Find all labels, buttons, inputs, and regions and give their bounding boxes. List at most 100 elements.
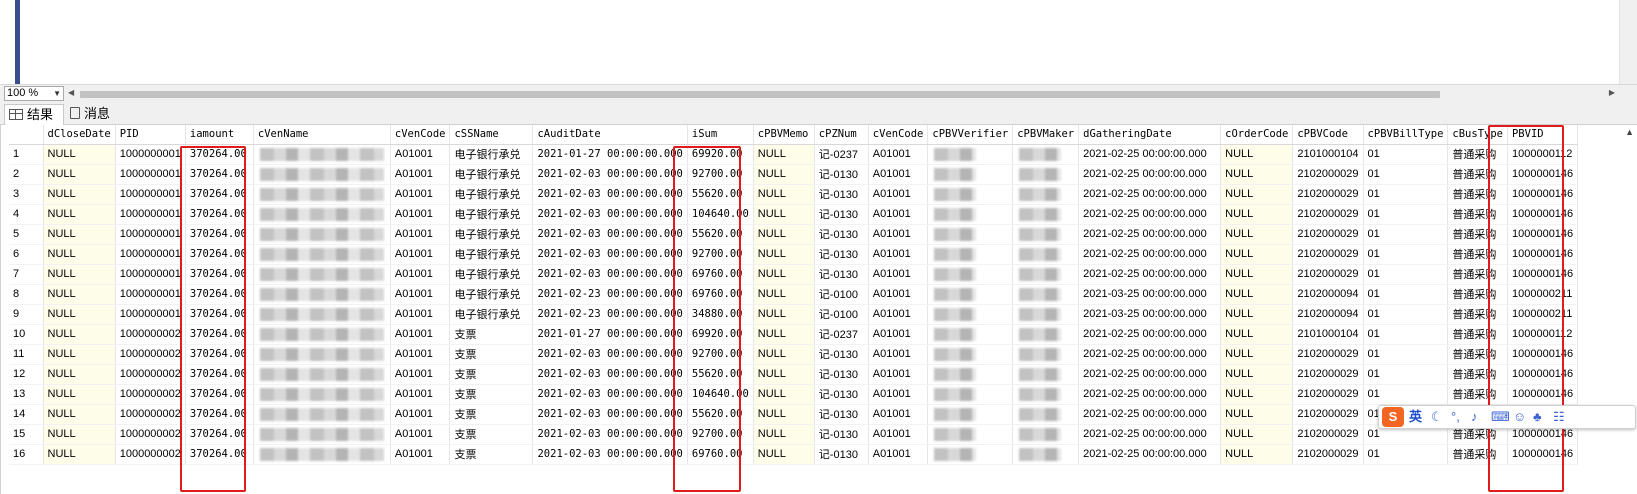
cell-cordercode[interactable]: NULL: [1220, 224, 1294, 245]
cell-cvencode[interactable]: A01001: [868, 244, 929, 265]
cell-cpbvverifier[interactable]: [927, 304, 1014, 325]
cell-cpbvmaker[interactable]: [1012, 244, 1080, 265]
cell-cauditdate[interactable]: 2021-02-03 00:00:00.000: [532, 444, 688, 465]
cell-cordercode[interactable]: NULL: [1220, 184, 1294, 205]
cell-cpbvmemo[interactable]: NULL: [753, 184, 815, 205]
punctuation-icon[interactable]: °,: [1451, 406, 1460, 428]
cell-cpznum[interactable]: 记-0130: [814, 444, 869, 465]
row-number[interactable]: 8: [9, 284, 44, 305]
cell-cvencode[interactable]: A01001: [868, 324, 929, 345]
column-header-iamount[interactable]: iamount: [185, 125, 254, 145]
cell-cpbvcode[interactable]: 2102000029: [1292, 224, 1364, 245]
scroll-up-icon[interactable]: ▲: [1625, 127, 1634, 137]
cell-cvencode[interactable]: A01001: [868, 444, 929, 465]
row-number[interactable]: 12: [9, 364, 44, 385]
column-header-cpbvbilltype[interactable]: cPBVBillType: [1363, 125, 1449, 145]
cell-cpbvcode[interactable]: 2102000029: [1292, 184, 1364, 205]
cell-cvencode[interactable]: A01001: [390, 364, 451, 385]
cell-cpbvmaker[interactable]: [1012, 404, 1080, 425]
cell-cvenname[interactable]: [253, 164, 391, 185]
cell-dgatheringdate[interactable]: 2021-02-25 00:00:00.000: [1078, 424, 1222, 445]
cell-cpbvverifier[interactable]: [927, 264, 1014, 285]
cell-cpznum[interactable]: 记-0130: [814, 404, 869, 425]
cell-cpbvbilltype[interactable]: 01: [1363, 204, 1449, 225]
cell-dgatheringdate[interactable]: 2021-02-25 00:00:00.000: [1078, 184, 1222, 205]
scroll-left-icon[interactable]: ◀: [68, 88, 74, 97]
cell-cauditdate[interactable]: 2021-02-03 00:00:00.000: [532, 224, 688, 245]
cell-cvencode[interactable]: A01001: [868, 264, 929, 285]
cell-pid[interactable]: 1000000002: [115, 424, 186, 445]
cell-cauditdate[interactable]: 2021-02-03 00:00:00.000: [532, 424, 688, 445]
cell-cpbvverifier[interactable]: [927, 244, 1014, 265]
cell-cvenname[interactable]: [253, 284, 391, 305]
cell-cssname[interactable]: 支票: [449, 384, 534, 405]
cell-dclosedate[interactable]: NULL: [43, 284, 116, 305]
cell-cpbvmemo[interactable]: NULL: [753, 424, 815, 445]
grid-vertical-scrollbar[interactable]: ▲: [1625, 125, 1637, 494]
cell-cssname[interactable]: 支票: [449, 444, 534, 465]
cell-cauditdate[interactable]: 2021-02-03 00:00:00.000: [532, 344, 688, 365]
cell-dgatheringdate[interactable]: 2021-02-25 00:00:00.000: [1078, 404, 1222, 425]
cell-pid[interactable]: 1000000001: [115, 164, 186, 185]
cell-cvencode[interactable]: A01001: [868, 344, 929, 365]
cell-cpbvbilltype[interactable]: 01: [1363, 444, 1449, 465]
cell-cssname[interactable]: 电子银行承兑: [449, 204, 534, 225]
cell-cpbvverifier[interactable]: [927, 284, 1014, 305]
cell-cvencode[interactable]: A01001: [868, 184, 929, 205]
cell-pid[interactable]: 1000000001: [115, 304, 186, 325]
column-header-cvenname[interactable]: cVenName: [253, 125, 391, 145]
cell-cssname[interactable]: 支票: [449, 344, 534, 365]
cell-cpbvcode[interactable]: 2102000029: [1292, 204, 1364, 225]
cell-cpbvmemo[interactable]: NULL: [753, 364, 815, 385]
cell-cssname[interactable]: 电子银行承兑: [449, 284, 534, 305]
cell-cssname[interactable]: 电子银行承兑: [449, 224, 534, 245]
cell-cpbvcode[interactable]: 2102000029: [1292, 264, 1364, 285]
cell-pid[interactable]: 1000000001: [115, 244, 186, 265]
cell-cpbvmaker[interactable]: [1012, 384, 1080, 405]
column-header-cordercode[interactable]: cOrderCode: [1220, 125, 1294, 145]
cell-cordercode[interactable]: NULL: [1220, 364, 1294, 385]
cell-cpbvcode[interactable]: 2102000094: [1292, 284, 1364, 305]
cell-cpbvbilltype[interactable]: 01: [1363, 164, 1449, 185]
cell-cpbvmemo[interactable]: NULL: [753, 404, 815, 425]
cell-pid[interactable]: 1000000001: [115, 224, 186, 245]
cell-cauditdate[interactable]: 2021-02-03 00:00:00.000: [532, 364, 688, 385]
cell-cpbvverifier[interactable]: [927, 384, 1014, 405]
cell-cauditdate[interactable]: 2021-02-03 00:00:00.000: [532, 384, 688, 405]
cell-cpbvmaker[interactable]: [1012, 184, 1080, 205]
zoom-select[interactable]: 100 % ▼: [4, 86, 64, 101]
cell-cpbvcode[interactable]: 2101000104: [1292, 324, 1364, 345]
cell-pid[interactable]: 1000000002: [115, 344, 186, 365]
cell-cpbvbilltype[interactable]: 01: [1363, 184, 1449, 205]
cell-cauditdate[interactable]: 2021-02-23 00:00:00.000: [532, 284, 688, 305]
cell-cpznum[interactable]: 记-0130: [814, 224, 869, 245]
cell-cpbvverifier[interactable]: [927, 164, 1014, 185]
cell-cauditdate[interactable]: 2021-02-03 00:00:00.000: [532, 204, 688, 225]
cell-cpznum[interactable]: 记-0130: [814, 164, 869, 185]
cell-cpbvverifier[interactable]: [927, 144, 1014, 165]
cell-cvencode[interactable]: A01001: [390, 224, 451, 245]
cell-cpbvverifier[interactable]: [927, 444, 1014, 465]
cell-pid[interactable]: 1000000001: [115, 184, 186, 205]
sogou-logo-icon[interactable]: S: [1382, 407, 1404, 427]
cell-cpbvmaker[interactable]: [1012, 284, 1080, 305]
tab-results[interactable]: 结果: [4, 104, 64, 125]
cell-cvencode[interactable]: A01001: [390, 344, 451, 365]
cell-dclosedate[interactable]: NULL: [43, 244, 116, 265]
tab-messages[interactable]: 消息: [66, 104, 120, 125]
cell-cpbvcode[interactable]: 2102000094: [1292, 304, 1364, 325]
cell-cauditdate[interactable]: 2021-02-03 00:00:00.000: [532, 404, 688, 425]
row-number[interactable]: 15: [9, 424, 44, 445]
scrollbar-thumb[interactable]: [80, 91, 1440, 98]
cell-cssname[interactable]: 支票: [449, 404, 534, 425]
column-header-dclosedate[interactable]: dCloseDate: [43, 125, 116, 145]
column-header-cpbvmemo[interactable]: cPBVMemo: [753, 125, 815, 145]
cell-cauditdate[interactable]: 2021-02-03 00:00:00.000: [532, 244, 688, 265]
cell-cssname[interactable]: 电子银行承兑: [449, 144, 534, 165]
cell-cvencode[interactable]: A01001: [868, 164, 929, 185]
cell-pid[interactable]: 1000000002: [115, 444, 186, 465]
cell-dgatheringdate[interactable]: 2021-02-25 00:00:00.000: [1078, 384, 1222, 405]
ime-language[interactable]: 英: [1409, 406, 1422, 428]
cell-cpznum[interactable]: 记-0130: [814, 424, 869, 445]
cell-cpbvmemo[interactable]: NULL: [753, 264, 815, 285]
